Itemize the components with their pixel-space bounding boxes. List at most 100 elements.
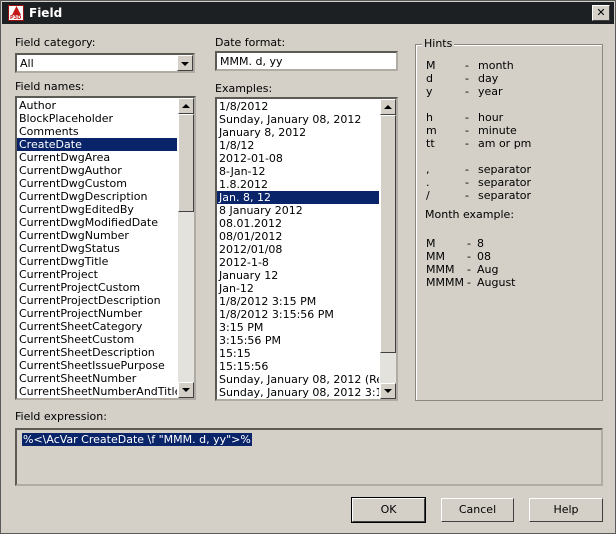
field-name-item[interactable]: CurrentSheetCustom <box>17 333 177 346</box>
month-example-token: M <box>426 237 436 250</box>
examples-list[interactable]: 1/8/2012 Sunday, January 08, 2012 January … <box>215 97 398 401</box>
hint-dash: - <box>465 189 469 202</box>
field-names-list[interactable]: Author BlockPlaceholder Comments CreateDate… <box>15 96 196 400</box>
month-example-token: MMM <box>426 263 455 276</box>
scroll-up-icon[interactable] <box>380 99 396 115</box>
month-example-title: Month example: <box>425 208 515 221</box>
ok-button[interactable]: OK <box>351 497 426 523</box>
example-item[interactable]: 1.8.2012 <box>217 178 379 191</box>
hint-desc: year <box>478 85 503 98</box>
scroll-up-icon[interactable] <box>178 98 194 114</box>
window-title: Field <box>29 6 63 20</box>
cancel-button[interactable]: Cancel <box>441 498 514 522</box>
example-item[interactable]: 08/01/2012 <box>217 230 379 243</box>
month-example-dash: - <box>467 250 471 263</box>
field-name-item[interactable]: CurrentProject <box>17 268 177 281</box>
example-item[interactable]: Jan-12 <box>217 282 379 295</box>
field-name-item[interactable]: CurrentSheetNumber <box>17 372 177 385</box>
month-example-desc: 08 <box>477 250 491 263</box>
close-button[interactable]: ✕ <box>592 5 610 21</box>
example-item[interactable]: 8 January 2012 <box>217 204 379 217</box>
field-name-item[interactable]: CurrentProjectNumber <box>17 307 177 320</box>
field-expression-text[interactable]: %<\AcVar CreateDate \f "MMM. d, yy">% <box>22 433 252 446</box>
hint-row: h - hour <box>416 111 586 124</box>
example-item[interactable]: 1/8/12 <box>217 139 379 152</box>
hint-row: tt - am or pm <box>416 137 586 150</box>
example-item[interactable]: 15:15 <box>217 347 379 360</box>
field-name-item[interactable]: CurrentProjectDescription <box>17 294 177 307</box>
hint-token: , <box>426 163 430 176</box>
example-item[interactable]: Sunday, January 08, 2012 3:15:5 <box>217 386 379 399</box>
example-item[interactable]: 1/8/2012 3:15 PM <box>217 295 379 308</box>
chevron-down-icon[interactable] <box>177 55 193 71</box>
field-name-item[interactable]: CurrentDwgStatus <box>17 242 177 255</box>
field-name-item[interactable]: CurrentDwgEditedBy <box>17 203 177 216</box>
field-name-item[interactable]: CurrentDwgModifiedDate <box>17 216 177 229</box>
example-item[interactable]: January 8, 2012 <box>217 126 379 139</box>
hint-row: M - month <box>416 59 586 72</box>
scroll-thumb[interactable] <box>380 115 396 353</box>
field-name-item[interactable]: CurrentDwgTitle <box>17 255 177 268</box>
hint-desc: minute <box>478 124 517 137</box>
example-item[interactable]: Sunday, January 08, 2012 <box>217 113 379 126</box>
month-example-token: MMMM <box>426 276 464 289</box>
scroll-down-icon[interactable] <box>380 383 396 399</box>
hint-dash: - <box>465 59 469 72</box>
field-name-item[interactable]: Author <box>17 99 177 112</box>
example-item[interactable]: Sunday, January 08, 2012 (Regio <box>217 373 379 386</box>
hint-row: d - day <box>416 72 586 85</box>
field-category-select[interactable]: All <box>15 53 195 73</box>
example-item[interactable]: 3:15 PM <box>217 321 379 334</box>
field-name-item[interactable]: Comments <box>17 125 177 138</box>
example-item[interactable]: 1/8/2012 <box>217 100 379 113</box>
example-item[interactable]: 2012-01-08 <box>217 152 379 165</box>
field-name-item[interactable]: CurrentDwgDescription <box>17 190 177 203</box>
field-name-item[interactable]: CurrentDwgCustom <box>17 177 177 190</box>
autocad-p3d-app-icon: P3D <box>8 5 24 21</box>
example-item[interactable]: January 12 <box>217 269 379 282</box>
scroll-down-icon[interactable] <box>178 382 194 398</box>
hint-token: d <box>426 72 433 85</box>
example-item[interactable]: Jan. 8, 12 <box>217 191 379 204</box>
example-item[interactable]: 8-Jan-12 <box>217 165 379 178</box>
date-format-input[interactable]: MMM. d, yy <box>215 51 398 71</box>
close-icon: ✕ <box>596 6 606 19</box>
examples-scrollbar[interactable] <box>380 99 396 399</box>
field-name-item[interactable]: CurrentSheetCategory <box>17 320 177 333</box>
example-item[interactable]: 3:15:56 PM <box>217 334 379 347</box>
hint-token: y <box>426 85 433 98</box>
hint-dash: - <box>465 163 469 176</box>
field-name-item[interactable]: CurrentSheetIssuePurpose <box>17 359 177 372</box>
hint-token: tt <box>426 137 435 150</box>
field-name-item[interactable]: CurrentDwgNumber <box>17 229 177 242</box>
field-name-item[interactable]: CreateDate <box>17 138 177 151</box>
field-name-item[interactable]: CurrentSheetNumberAndTitle <box>17 385 177 398</box>
field-names-scrollbar[interactable] <box>178 98 194 398</box>
field-dialog: P3D Field ✕ Field category: All Field na… <box>0 0 616 534</box>
hint-desc: hour <box>478 111 504 124</box>
examples-label: Examples: <box>215 82 273 95</box>
hint-row: . - separator <box>416 176 586 189</box>
example-item[interactable]: 08.01.2012 <box>217 217 379 230</box>
month-example-token: MM <box>426 250 445 263</box>
example-item[interactable]: 15:15:56 <box>217 360 379 373</box>
field-category-label: Field category: <box>15 36 96 49</box>
title-bar[interactable]: P3D Field ✕ <box>2 2 614 24</box>
field-name-item[interactable]: CurrentSheetDescription <box>17 346 177 359</box>
field-name-item[interactable]: CurrentProjectCustom <box>17 281 177 294</box>
field-expression-box[interactable]: %<\AcVar CreateDate \f "MMM. d, yy">% <box>15 428 603 486</box>
hint-dash: - <box>465 85 469 98</box>
hint-token: / <box>426 189 430 202</box>
hints-title: Hints <box>422 37 455 50</box>
field-name-item[interactable]: BlockPlaceholder <box>17 112 177 125</box>
help-button[interactable]: Help <box>529 498 603 522</box>
field-name-item[interactable]: CurrentDwgAuthor <box>17 164 177 177</box>
month-example-row: MMMM - August <box>416 276 586 289</box>
example-item[interactable]: 1/8/2012 3:15:56 PM <box>217 308 379 321</box>
field-name-item[interactable]: CurrentDwgArea <box>17 151 177 164</box>
month-example-dash: - <box>467 263 471 276</box>
hint-row: m - minute <box>416 124 586 137</box>
scroll-thumb[interactable] <box>178 114 194 212</box>
example-item[interactable]: 2012-1-8 <box>217 256 379 269</box>
example-item[interactable]: 2012/01/08 <box>217 243 379 256</box>
